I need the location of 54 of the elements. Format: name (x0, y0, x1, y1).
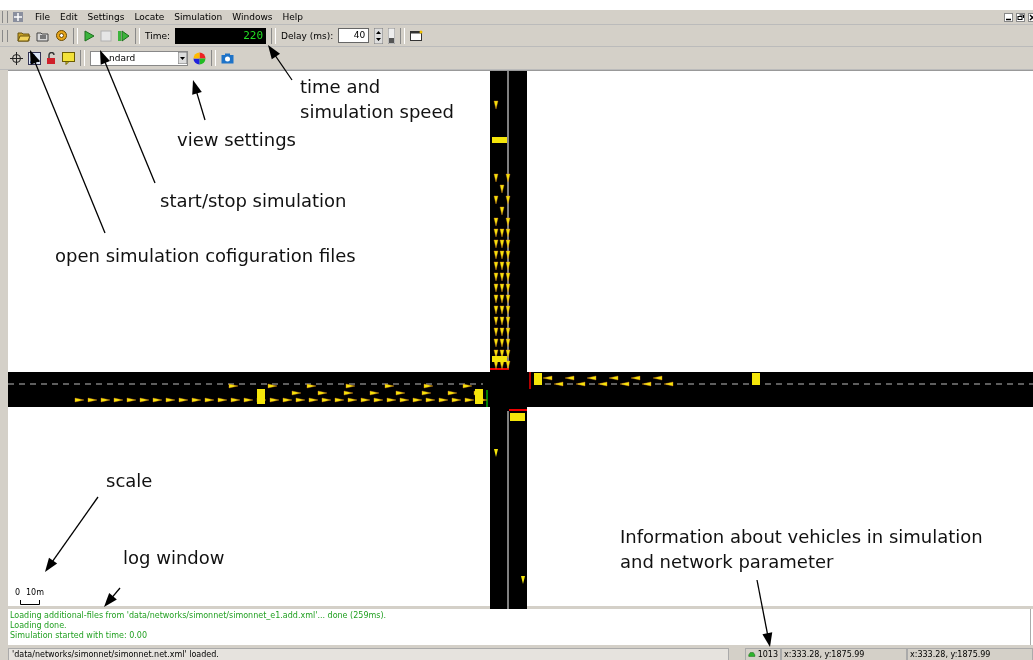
scale-label: 0 (15, 588, 21, 597)
window-icon[interactable] (410, 30, 424, 41)
menu-item[interactable]: Edit (55, 11, 83, 23)
menu-item[interactable]: Locate (129, 11, 170, 23)
crosshair-icon[interactable] (10, 51, 23, 65)
scale-label: 10m (26, 588, 44, 597)
slider-icon[interactable] (388, 27, 396, 44)
app-icon[interactable] (12, 11, 24, 23)
network-folder-icon[interactable] (36, 29, 50, 42)
play-icon[interactable] (83, 29, 95, 42)
time-display: 220 (175, 27, 267, 44)
minimize-icon[interactable] (1004, 12, 1013, 22)
menu-item[interactable]: Settings (82, 11, 130, 23)
menu-item[interactable]: Windows (227, 11, 278, 23)
scale-bar (20, 600, 40, 605)
log-line: Loading done. (10, 621, 68, 631)
coordinates-field: x:333.28, y:1875.99 (907, 647, 1033, 660)
annotation-text: time and (300, 76, 381, 98)
menu-item[interactable]: Simulation (169, 11, 228, 23)
annotation-text: view settings (177, 129, 296, 151)
annotation-arrow (268, 45, 293, 81)
annotation-text: start/stop simulation (160, 190, 347, 212)
time-label: Time: (145, 30, 171, 41)
annotation-arrow (756, 579, 773, 647)
menu-item[interactable]: Help (277, 11, 308, 23)
car-icon (748, 650, 756, 658)
annotation-arrow (192, 80, 206, 121)
restore-icon[interactable] (1016, 12, 1025, 22)
status-message: 'data/networks/simonnet/simonnet.net.xml' loaded. (8, 647, 729, 660)
spinner-arrows-icon[interactable] (374, 27, 384, 44)
log-line: Loading additional-files from 'data/networks/simonnet/simonnet_e1.add.xml'... done (259ms). (10, 611, 388, 621)
lock-icon[interactable] (46, 51, 57, 65)
color-wheel-icon[interactable] (193, 51, 206, 65)
speech-bubble-icon[interactable] (62, 51, 75, 65)
scheme-dropdown[interactable]: ndard (90, 50, 188, 66)
log-line: Simulation started with time: 0.00 (10, 631, 148, 641)
annotation-text: scale (106, 470, 153, 492)
annotation-arrow (104, 587, 121, 607)
annotation-text: log window (123, 547, 225, 569)
step-icon[interactable] (117, 29, 130, 42)
menu-item[interactable]: File (30, 11, 56, 23)
caret-icon (178, 52, 187, 64)
annotation-text: simulation speed (300, 101, 454, 123)
delay-field[interactable]: 40 (338, 28, 370, 43)
folder-icon[interactable] (17, 29, 31, 42)
delay-label: Delay (ms): (281, 30, 334, 41)
annotation-text: Information about vehicles in simulation (620, 526, 983, 548)
annotation-text: and network parameter (620, 551, 834, 573)
vehicle-count: 1013 (745, 647, 781, 660)
camera-icon[interactable] (221, 52, 234, 64)
gear-icon[interactable] (55, 29, 68, 42)
annotation-text: open simulation cofiguration files (55, 245, 356, 267)
coordinates-field: x:333.28, y:1875.99 (781, 647, 907, 660)
close-icon[interactable] (1028, 12, 1033, 22)
